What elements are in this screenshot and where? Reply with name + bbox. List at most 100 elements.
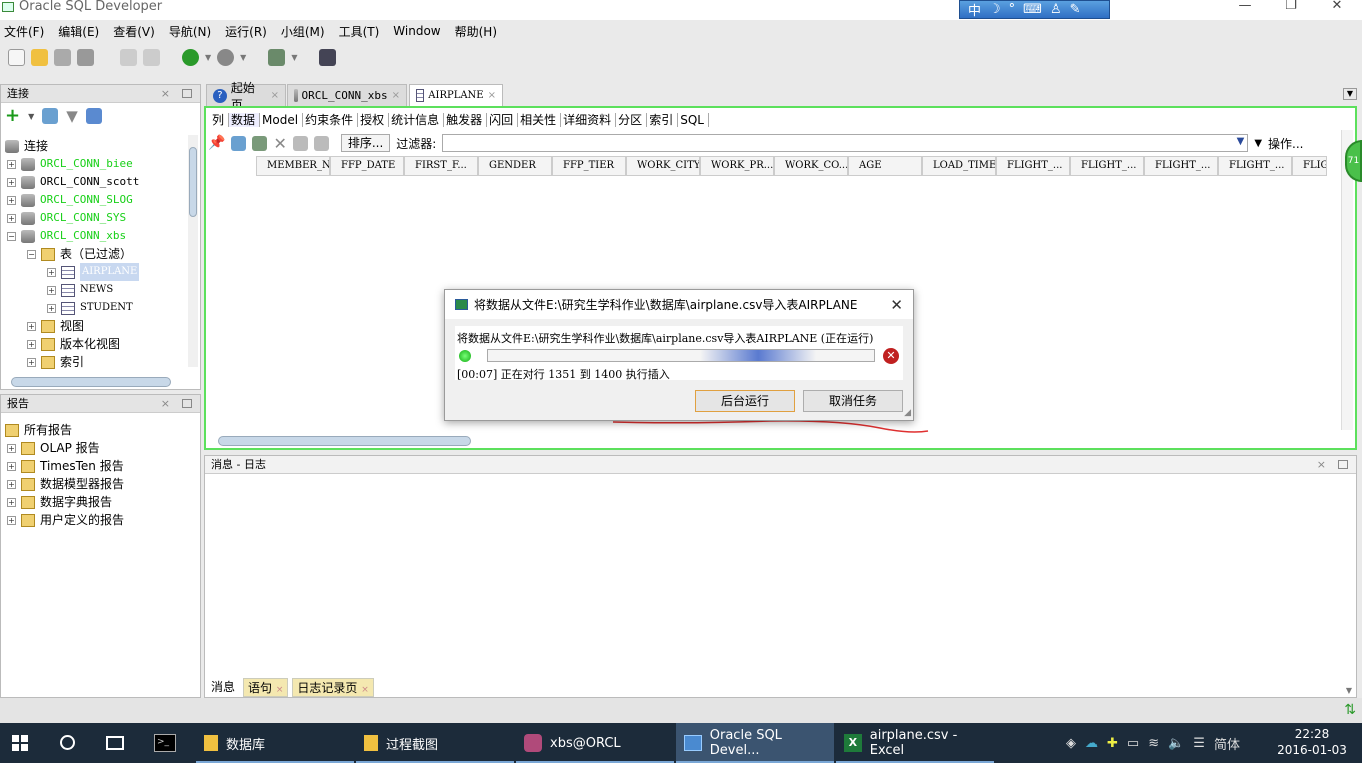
taskbar-item-excel[interactable]: X airplane.csv - Excel [836, 723, 994, 763]
subtab-flashback[interactable]: 闪回 [487, 113, 519, 127]
taskbar-item-xbs-orcl[interactable]: xbs@ORCL [516, 723, 674, 763]
close-icon[interactable]: × [392, 90, 400, 101]
expand-icon[interactable]: + [7, 461, 16, 471]
undo-icon[interactable] [120, 48, 137, 66]
column-header[interactable]: MEMBER_NO [256, 156, 330, 176]
terminal-icon[interactable]: >_ [154, 734, 176, 752]
task-view-icon[interactable] [106, 736, 124, 750]
pin-icon[interactable]: 📌 [208, 135, 225, 151]
subtab-constraints[interactable]: 约束条件 [303, 113, 359, 127]
stop-icon[interactable]: ✕ [883, 348, 899, 364]
close-icon[interactable]: × [361, 685, 369, 695]
tray-cloud-icon[interactable]: ☁ [1085, 736, 1098, 751]
expand-icon[interactable]: + [7, 159, 16, 169]
column-header[interactable]: LOAD_TIME [922, 156, 996, 176]
clock[interactable]: 22:28 2016-01-03 [1276, 726, 1348, 758]
moon-icon[interactable]: ☽ [989, 2, 1001, 17]
ime-language[interactable]: 简体 [1214, 734, 1240, 753]
subtab-data[interactable]: 数据 [229, 113, 261, 127]
notification-icon[interactable]: ☰ [1193, 736, 1205, 751]
menu-help[interactable]: 帮助(H) [455, 23, 497, 40]
expand-icon[interactable]: + [27, 321, 36, 331]
expand-icon[interactable]: + [7, 497, 16, 507]
expand-icon[interactable]: + [27, 357, 36, 367]
menu-run[interactable]: 运行(R) [225, 23, 267, 40]
menu-tools[interactable]: 工具(T) [339, 23, 380, 40]
keyboard-icon[interactable]: ⌨ [1023, 2, 1042, 17]
chevron-down-icon[interactable]: ▼ [28, 112, 34, 121]
tree-item-data-modeler-reports[interactable]: + 数据模型器报告 [7, 475, 124, 493]
close-icon[interactable]: ✕ [890, 296, 903, 314]
expand-icon[interactable]: + [7, 515, 16, 525]
tray-device-icon[interactable]: ▭ [1127, 736, 1139, 751]
subtab-partitions[interactable]: 分区 [616, 113, 648, 127]
scrollbar-thumb[interactable] [189, 147, 197, 217]
vertical-scrollbar[interactable] [188, 135, 198, 367]
expand-icon[interactable]: + [27, 339, 36, 349]
column-header[interactable]: WORK_CITY [626, 156, 700, 176]
chevron-down-icon[interactable]: ▼ [1237, 136, 1245, 147]
chevron-down-icon[interactable]: ▼ [291, 53, 297, 62]
tree-item-tables[interactable]: − 表（已过滤） [27, 245, 132, 263]
taskbar-item-sql-developer[interactable]: Oracle SQL Devel... [676, 723, 834, 763]
dot-icon[interactable]: ° [1009, 2, 1016, 17]
expand-icon[interactable]: + [7, 479, 16, 489]
close-icon[interactable]: × [488, 90, 496, 101]
tab-airplane[interactable]: AIRPLANE × [409, 84, 503, 106]
tray-app-icon[interactable]: ◈ [1066, 736, 1076, 751]
subtab-sql[interactable]: SQL [678, 113, 709, 127]
tab-orcl-conn-xbs[interactable]: ORCL_CONN_xbs × [287, 84, 407, 106]
close-icon[interactable]: × [271, 90, 279, 101]
subtab-columns[interactable]: 列 [210, 113, 230, 127]
back-icon[interactable] [182, 48, 199, 66]
insert-row-icon[interactable] [252, 135, 268, 151]
collapse-icon[interactable]: − [27, 249, 36, 259]
tree-item-conn-biee[interactable]: + ORCL_CONN_biee [7, 155, 133, 173]
chevron-down-icon[interactable]: ▼ [1346, 686, 1352, 695]
close-icon[interactable]: × [1317, 456, 1326, 474]
expand-icon[interactable]: + [47, 267, 56, 277]
tree-root[interactable]: 连接 [5, 137, 48, 155]
actions-button[interactable]: 操作... [1268, 135, 1303, 152]
tree-item-conn-sys[interactable]: + ORCL_CONN_SYS [7, 209, 126, 227]
tree-item-conn-scott[interactable]: + ORCL_CONN_scott [7, 173, 139, 191]
minimize-icon[interactable] [182, 89, 192, 98]
tree-item-olap-reports[interactable]: + OLAP 报告 [7, 439, 100, 457]
sort-button[interactable]: 排序... [340, 134, 391, 152]
column-header[interactable]: AGE [848, 156, 922, 176]
column-header[interactable]: WORK_CO... [774, 156, 848, 176]
menu-window[interactable]: Window [393, 24, 440, 38]
refresh-icon[interactable] [42, 108, 59, 124]
chevron-down-icon[interactable]: ▼ [1254, 138, 1262, 149]
column-header[interactable]: FFP_DATE [330, 156, 404, 176]
minimize-icon[interactable] [1338, 460, 1348, 469]
binoculars-icon[interactable] [319, 48, 337, 66]
collapse-icon[interactable]: − [7, 231, 16, 241]
menu-file[interactable]: 文件(F) [4, 23, 44, 40]
tab-statements[interactable]: 语句 × [243, 678, 289, 697]
subtab-indexes[interactable]: 索引 [647, 113, 679, 127]
refresh-icon[interactable] [231, 135, 247, 151]
minimize-button[interactable]: — [1222, 0, 1268, 14]
tray-plus-icon[interactable]: ✚ [1107, 736, 1118, 751]
tree-item-indexes[interactable]: + 索引 [27, 353, 84, 371]
menu-edit[interactable]: 编辑(E) [58, 23, 99, 40]
filter-input[interactable]: ▼ [442, 134, 1249, 152]
column-header[interactable]: FLIGHT_... [1070, 156, 1144, 176]
tree-item-user-defined-reports[interactable]: + 用户定义的报告 [7, 511, 124, 529]
expand-icon[interactable]: + [7, 177, 16, 187]
run-in-background-button[interactable]: 后台运行 [695, 390, 795, 412]
menu-view[interactable]: 查看(V) [113, 23, 155, 40]
expand-icon[interactable]: + [47, 285, 56, 295]
chevron-down-icon[interactable]: ▼ [240, 53, 246, 62]
commit-icon[interactable] [292, 135, 308, 151]
subtab-grants[interactable]: 授权 [358, 113, 390, 127]
column-header[interactable]: FIRST_F... [404, 156, 478, 176]
close-icon[interactable]: × [161, 85, 170, 103]
tab-list-icon[interactable]: ▼ [1343, 88, 1357, 100]
tree-item-conn-xbs[interactable]: − ORCL_CONN_xbs [7, 227, 126, 245]
expand-icon[interactable]: + [7, 195, 16, 205]
tree-item-table-news[interactable]: + NEWS [47, 281, 113, 299]
save-all-icon[interactable] [77, 48, 94, 66]
filter-icon[interactable]: ▼ [66, 107, 78, 125]
